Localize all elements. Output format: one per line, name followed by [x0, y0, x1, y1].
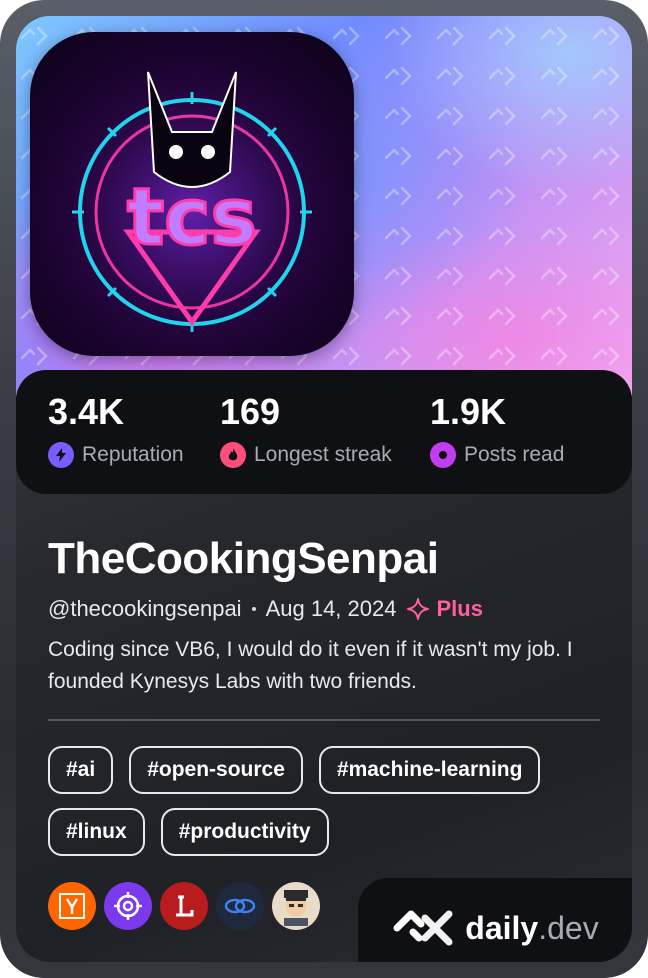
sparkle-icon	[407, 598, 430, 620]
stat-posts-read: 1.9K Posts read	[430, 392, 564, 468]
brand-name-main: daily	[465, 909, 539, 946]
lightning-icon	[48, 442, 74, 468]
stat-value: 169	[220, 391, 281, 432]
letter-l-icon[interactable]	[160, 882, 208, 930]
stat-longest-streak: 169 Longest streak	[220, 392, 392, 468]
profile-handle[interactable]: @thecookingsenpai	[48, 596, 242, 622]
stat-value: 3.4K	[48, 391, 125, 432]
flame-icon	[220, 442, 246, 468]
daily-dev-brand[interactable]: daily.dev	[358, 878, 632, 962]
card-inner: tcs 3.4K Reputation 169 Longest streak 1…	[16, 16, 632, 962]
separator-dot	[251, 607, 256, 611]
avatar-text: tcs	[127, 173, 257, 263]
profile-card: tcs 3.4K Reputation 169 Longest streak 1…	[0, 0, 648, 978]
links-icon[interactable]	[216, 882, 264, 930]
stat-label: Longest streak	[254, 443, 392, 466]
tag-chip[interactable]: #machine-learning	[318, 746, 541, 794]
target-icon[interactable]	[104, 882, 152, 930]
stats-bar: 3.4K Reputation 169 Longest streak 1.9K …	[16, 370, 632, 494]
source-icons	[48, 882, 320, 930]
stat-value: 1.9K	[430, 391, 507, 432]
brand-name: daily.dev	[465, 910, 598, 947]
tag-chip[interactable]: #productivity	[160, 808, 329, 856]
divider	[48, 719, 600, 721]
plus-label: Plus	[436, 596, 483, 621]
eye-icon	[430, 442, 456, 468]
tcs-logo: tcs	[30, 32, 354, 356]
stat-label: Reputation	[82, 443, 184, 466]
profile-name: TheCookingSenpai	[48, 534, 439, 583]
plus-badge[interactable]: Plus	[406, 596, 483, 622]
brand-name-suffix: .dev	[538, 909, 599, 946]
tag-chip[interactable]: #open-source	[129, 746, 303, 794]
tag-chip[interactable]: #ai	[48, 746, 114, 794]
profile-avatar[interactable]: tcs	[30, 32, 354, 356]
stat-label: Posts read	[464, 443, 565, 466]
user-avatar-icon[interactable]	[272, 882, 320, 930]
profile-bio: Coding since VB6, I would do it even if …	[48, 638, 573, 693]
profile-meta: @thecookingsenpai Aug 14, 2024 Plus	[48, 596, 483, 622]
hacker-news-icon[interactable]	[48, 882, 96, 930]
join-date: Aug 14, 2024	[265, 596, 397, 621]
daily-dev-logo-icon	[393, 910, 453, 946]
stat-reputation: 3.4K Reputation	[48, 392, 184, 468]
tag-chip[interactable]: #linux	[48, 808, 145, 856]
tag-list: #ai #open-source #machine-learning #linu…	[48, 746, 608, 856]
